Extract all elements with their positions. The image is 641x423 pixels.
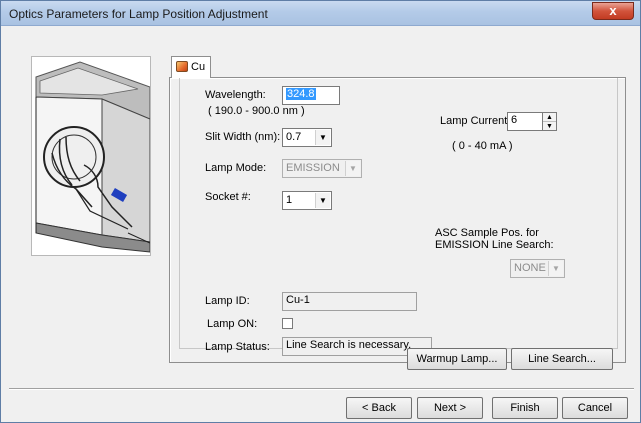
chevron-down-icon: ▼ <box>315 130 330 145</box>
lamp-status-value: Line Search is necessary. <box>286 339 412 351</box>
lamp-id-label: Lamp ID: <box>205 295 250 307</box>
back-button[interactable]: < Back <box>346 397 412 419</box>
lamp-icon <box>176 61 188 72</box>
lamp-id-field[interactable]: Cu-1 <box>282 292 417 311</box>
next-button[interactable]: Next > <box>417 397 483 419</box>
wavelength-label: Wavelength: <box>205 89 266 101</box>
tab-panel: Wavelength: 324.8 ( 190.0 - 900.0 nm ) S… <box>169 77 626 363</box>
slit-width-select[interactable]: 0.7 ▼ <box>282 128 332 147</box>
lamp-id-value: Cu-1 <box>286 294 310 306</box>
tab-cu-label: Cu <box>191 61 206 73</box>
socket-value: 1 <box>286 194 293 206</box>
lamp-mode-label: Lamp Mode: <box>205 162 267 174</box>
lamp-on-label: Lamp ON: <box>207 318 258 330</box>
asc-sample-select[interactable]: NONE ▼ <box>510 259 565 278</box>
slit-width-label: Slit Width (nm): <box>205 131 281 143</box>
lamp-on-checkbox[interactable] <box>282 318 293 329</box>
spin-up-icon[interactable]: ▲ <box>543 113 556 122</box>
lamp-current-label: Lamp Current: <box>440 115 511 127</box>
lamp-current-value: 6 <box>511 114 518 126</box>
finish-button[interactable]: Finish <box>492 397 558 419</box>
spin-down-icon[interactable]: ▼ <box>543 122 556 131</box>
dialog-body: Cu Wavelength: 324.8 ( 190.0 - 900.0 nm … <box>9 27 634 419</box>
footer-separator <box>9 388 634 390</box>
instrument-drawing-icon <box>35 61 151 253</box>
chevron-down-icon: ▼ <box>345 161 360 176</box>
lamp-current-spinner[interactable]: ▲ ▼ <box>542 112 557 131</box>
socket-select[interactable]: 1 ▼ <box>282 191 332 210</box>
line-search-button[interactable]: Line Search... <box>511 348 613 370</box>
tab-cu[interactable]: Cu <box>171 56 211 78</box>
chevron-down-icon: ▼ <box>548 261 563 276</box>
close-icon: x <box>609 3 617 18</box>
lamp-mode-value: EMISSION <box>286 162 340 174</box>
wavelength-range: ( 190.0 - 900.0 nm ) <box>208 105 305 117</box>
slit-width-value: 0.7 <box>286 131 302 143</box>
asc-label-line1: ASC Sample Pos. for <box>435 227 539 239</box>
socket-label: Socket #: <box>205 191 251 203</box>
window-title: Optics Parameters for Lamp Position Adju… <box>9 7 268 21</box>
cancel-button[interactable]: Cancel <box>562 397 628 419</box>
chevron-down-icon: ▼ <box>315 193 330 208</box>
lamp-mode-select[interactable]: EMISSION ▼ <box>282 159 362 178</box>
wavelength-value: 324.8 <box>286 88 316 100</box>
lamp-current-input[interactable]: 6 <box>507 112 543 131</box>
dialog-window: Optics Parameters for Lamp Position Adju… <box>0 0 641 423</box>
lamp-instrument-illustration <box>31 56 151 256</box>
wavelength-input[interactable]: 324.8 <box>282 86 340 105</box>
asc-sample-value: NONE <box>514 262 546 274</box>
lamp-current-range: ( 0 - 40 mA ) <box>452 140 513 152</box>
lamp-status-label: Lamp Status: <box>205 341 270 353</box>
asc-label-line2: EMISSION Line Search: <box>435 239 554 251</box>
close-button[interactable]: x <box>592 2 634 20</box>
title-bar[interactable]: Optics Parameters for Lamp Position Adju… <box>1 1 640 26</box>
warmup-lamp-button[interactable]: Warmup Lamp... <box>407 348 507 370</box>
